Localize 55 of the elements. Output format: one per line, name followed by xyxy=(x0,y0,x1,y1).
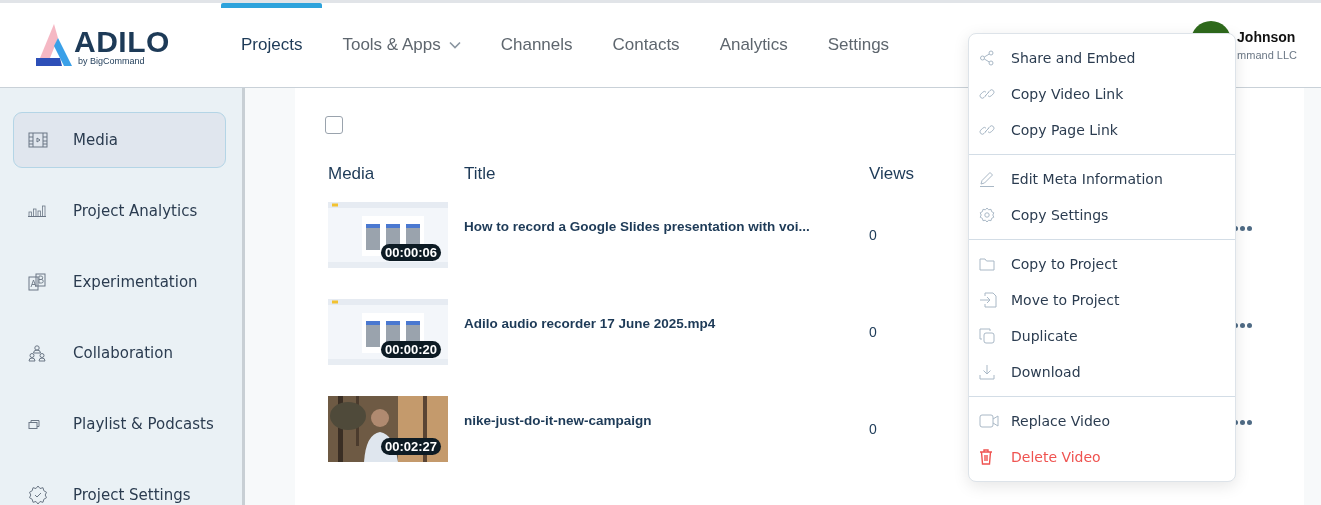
menu-item[interactable]: Copy Settings xyxy=(969,197,1235,233)
menu-item[interactable]: Copy Page Link xyxy=(969,112,1235,148)
trash-icon xyxy=(979,449,993,465)
menu-item[interactable]: Duplicate xyxy=(969,318,1235,354)
video-title[interactable]: How to record a Google Slides presentation with voi... xyxy=(464,219,869,234)
video-title[interactable]: Adilo audio recorder 17 June 2025.mp4 xyxy=(464,316,869,331)
views-count: 0 xyxy=(869,226,878,243)
user-name: Johnson xyxy=(1237,29,1297,45)
nav-tab[interactable]: Contacts xyxy=(592,3,700,87)
video-camera-icon xyxy=(979,414,999,428)
menu-item[interactable]: Copy to Project xyxy=(969,246,1235,282)
arrow-into-box-icon xyxy=(979,292,997,308)
logo-wordmark: ADILO xyxy=(74,28,170,56)
menu-item[interactable]: Replace Video xyxy=(969,403,1235,439)
video-title[interactable]: nike-just-do-it-new-campaign xyxy=(464,413,869,428)
stack-icon xyxy=(28,419,40,429)
sidebar-item[interactable]: Project Settings xyxy=(13,467,226,505)
sidebar-item[interactable]: Playlist & Podcasts xyxy=(13,396,226,452)
menu-item[interactable]: Share and Embed xyxy=(969,40,1235,76)
logo-icon xyxy=(36,24,72,66)
team-icon xyxy=(28,344,46,362)
column-header: Media xyxy=(328,164,376,184)
download-icon xyxy=(979,364,995,380)
menu-item[interactable]: Download xyxy=(969,354,1235,390)
link-icon xyxy=(979,86,995,102)
share-icon xyxy=(979,50,995,66)
copy-icon xyxy=(979,328,995,344)
menu-item[interactable]: Copy Video Link xyxy=(969,76,1235,112)
pencil-icon xyxy=(979,171,995,187)
select-all-checkbox[interactable] xyxy=(325,116,343,134)
menu-item[interactable]: Delete Video xyxy=(969,439,1235,475)
sidebar-item[interactable]: Experimentation xyxy=(13,254,226,310)
logo-tagline: by BigCommand xyxy=(78,56,146,66)
menu-item[interactable]: Edit Meta Information xyxy=(969,161,1235,197)
views-count: 0 xyxy=(869,420,878,437)
sidebar-item[interactable]: Project Analytics xyxy=(13,183,226,239)
film-icon xyxy=(28,132,48,148)
chevron-down-icon xyxy=(448,41,461,49)
nav-tab[interactable]: Channels xyxy=(480,3,593,87)
company-name: mmand LLC xyxy=(1237,49,1297,61)
nav-tab[interactable]: Tools & Apps xyxy=(322,3,481,87)
gear-icon xyxy=(28,485,48,505)
menu-item[interactable]: Move to Project xyxy=(969,282,1235,318)
ab-test-icon xyxy=(28,273,46,291)
link-icon xyxy=(979,122,995,138)
nav-tab[interactable]: Analytics xyxy=(699,3,808,87)
views-count: 0 xyxy=(869,323,878,340)
bar-chart-icon xyxy=(28,205,46,217)
nav-tab[interactable]: Settings xyxy=(807,3,910,87)
sidebar-item[interactable]: Collaboration xyxy=(13,325,226,381)
column-header: Title xyxy=(464,164,497,184)
folder-icon xyxy=(979,257,995,271)
settings-icon xyxy=(979,207,995,223)
column-header: Views xyxy=(869,164,916,184)
sidebar-item[interactable]: Media xyxy=(13,112,226,168)
